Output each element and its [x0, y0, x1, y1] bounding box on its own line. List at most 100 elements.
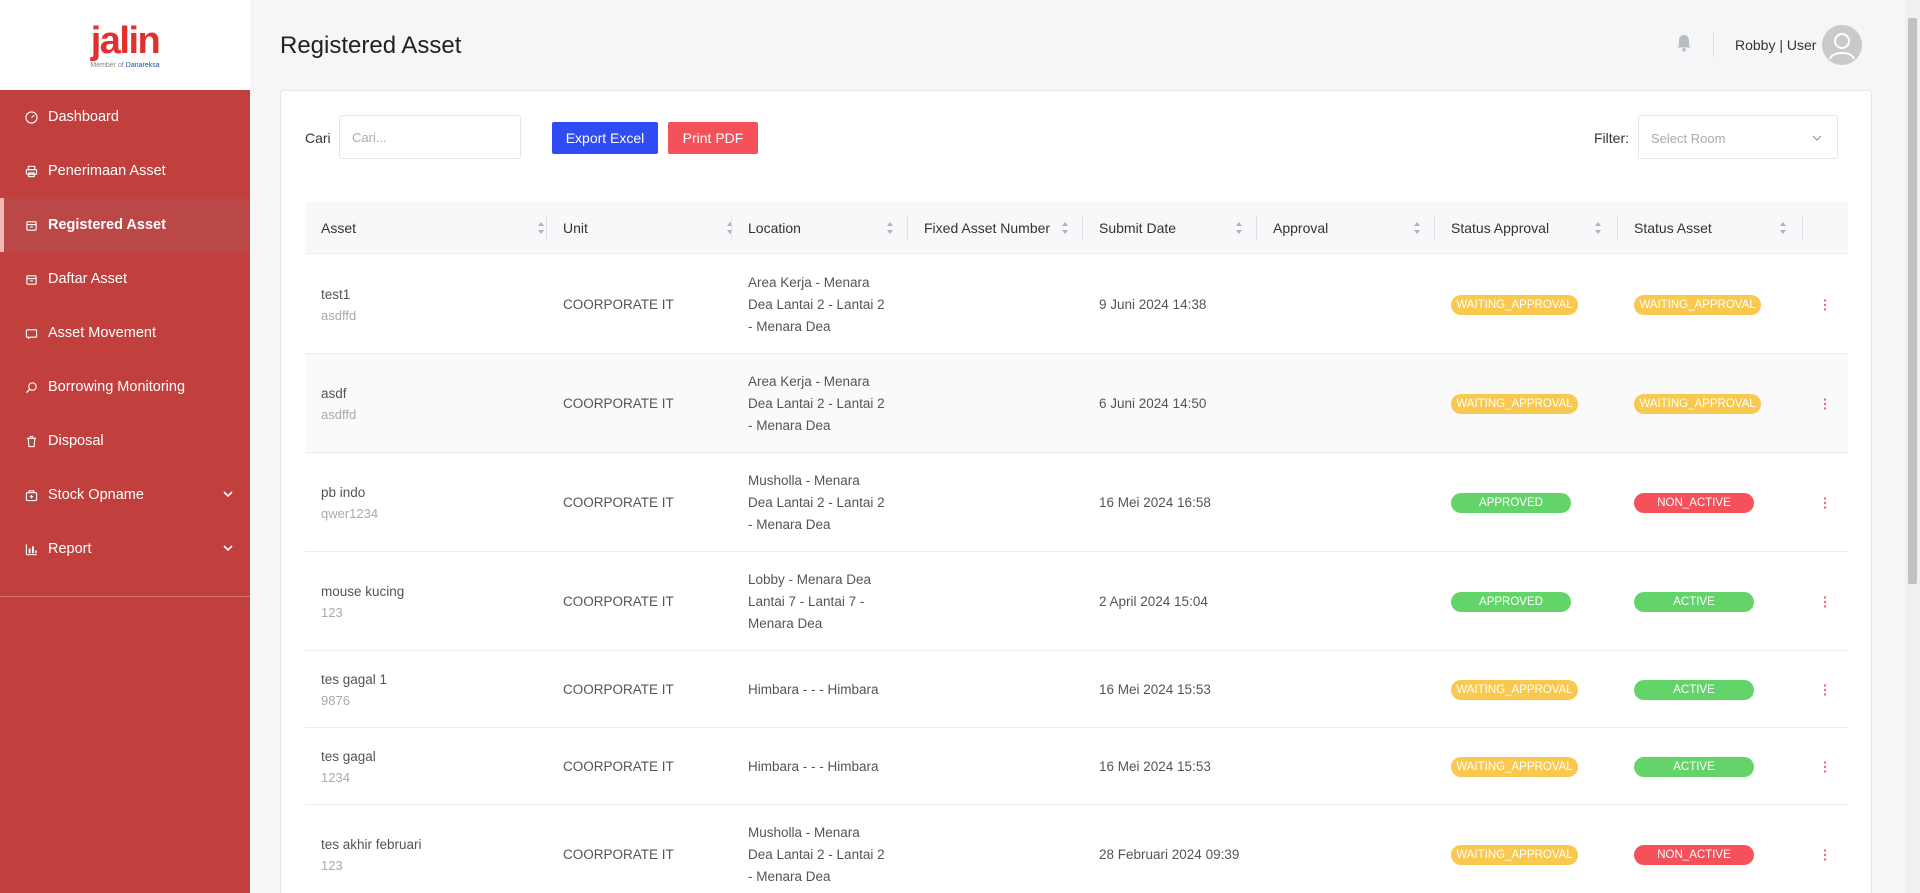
submit-date-cell: 28 Februari 2024 09:39	[1099, 847, 1240, 862]
bell-icon[interactable]	[1675, 33, 1693, 53]
status-badge: WAITING_APPROVAL	[1451, 844, 1578, 865]
submit-date-cell: 16 Mei 2024 15:53	[1099, 759, 1211, 774]
location-cell: Area Kerja - Menara Dea Lantai 2 - Lantai…	[748, 255, 908, 354]
status-approval-cell: WAITING_APPROVAL	[1451, 354, 1578, 453]
column-header-fixed-asset-number[interactable]: Fixed Asset Number	[924, 202, 1084, 254]
sidebar-item-label: Stock Opname	[48, 487, 144, 503]
sidebar-item-label: Asset Movement	[48, 325, 156, 341]
status-badge: WAITING_APPROVAL	[1451, 393, 1578, 414]
column-header-location[interactable]: Location	[748, 202, 913, 254]
column-header-unit[interactable]: Unit	[563, 202, 743, 254]
sort-icon[interactable]	[537, 221, 545, 235]
column-header-asset[interactable]: Asset	[321, 202, 553, 254]
sort-icon[interactable]	[1594, 221, 1602, 235]
status-badge: WAITING_APPROVAL	[1451, 756, 1578, 777]
table-row[interactable]: tes akhir februari 123 COORPORATE IT Mushol…	[305, 805, 1848, 893]
submit-date-cell: 16 Mei 2024 16:58	[1099, 495, 1211, 510]
asset-name: tes gagal	[321, 748, 376, 764]
sort-icon[interactable]	[1413, 221, 1421, 235]
table-row[interactable]: mouse kucing 123 COORPORATE IT Lobby - Mena…	[305, 552, 1848, 651]
asset-code: 1234	[321, 769, 350, 785]
more-options-icon[interactable]	[1823, 848, 1827, 862]
table-row[interactable]: pb indo qwer1234 COORPORATE IT Musholla - M…	[305, 453, 1848, 552]
export-excel-button[interactable]: Export Excel	[552, 122, 658, 154]
column-header-status-asset[interactable]: Status Asset	[1634, 202, 1794, 254]
sort-icon[interactable]	[1779, 221, 1787, 235]
more-options-icon[interactable]	[1823, 683, 1827, 697]
sidebar: jalin Member of Danareksa Dashboard Pene…	[0, 0, 250, 893]
asset-code: 123	[321, 857, 343, 873]
avatar[interactable]	[1822, 25, 1862, 65]
stock-icon	[24, 488, 38, 502]
sidebar-item-penerimaan-asset[interactable]: Penerimaan Asset	[0, 144, 250, 198]
table-row[interactable]: tes gagal 1 9876 COORPORATE IT Himbara - - …	[305, 651, 1848, 728]
chevron-down-icon[interactable]	[222, 542, 234, 554]
status-badge: NON_ACTIVE	[1634, 844, 1754, 865]
column-divider	[1256, 216, 1257, 240]
table-row[interactable]: tes gagal 1234 COORPORATE IT Himbara - - - …	[305, 728, 1848, 805]
sidebar-divider	[0, 596, 250, 597]
sort-icon[interactable]	[1061, 221, 1069, 235]
sort-icon[interactable]	[886, 221, 894, 235]
more-options-icon[interactable]	[1823, 397, 1827, 411]
room-select-placeholder: Select Room	[1651, 131, 1726, 146]
column-header-submit-date[interactable]: Submit Date	[1099, 202, 1249, 254]
status-badge: WAITING_APPROVAL	[1634, 294, 1761, 315]
sidebar-nav: Dashboard Penerimaan Asset Registered As…	[0, 90, 250, 576]
sidebar-item-dashboard[interactable]: Dashboard	[0, 90, 250, 144]
asset-code: asdffd	[321, 406, 357, 422]
status-badge: ACTIVE	[1634, 679, 1754, 700]
user-name[interactable]: Robby | User	[1735, 37, 1816, 53]
scrollbar-thumb[interactable]	[1908, 18, 1917, 584]
column-header-approval[interactable]: Approval	[1273, 202, 1433, 254]
room-select[interactable]: Select Room	[1638, 115, 1838, 159]
column-divider	[907, 216, 908, 240]
sidebar-item-borrowing-monitoring[interactable]: Borrowing Monitoring	[0, 360, 250, 414]
status-badge: WAITING_APPROVAL	[1451, 679, 1578, 700]
filter-label: Filter:	[1594, 130, 1629, 146]
asset-cell: tes gagal 1 9876	[321, 651, 541, 728]
table-row[interactable]: test1 asdffd COORPORATE IT Area Kerja - Men…	[305, 255, 1848, 354]
more-options-icon[interactable]	[1823, 595, 1827, 609]
chevron-down-icon[interactable]	[222, 488, 234, 500]
status-badge: WAITING_APPROVAL	[1451, 294, 1578, 315]
logo-text: jalin	[90, 19, 161, 62]
location-cell: Musholla - Menara Dea Lantai 2 - Lantai 2…	[748, 453, 908, 552]
more-options-icon[interactable]	[1823, 496, 1827, 510]
search-input[interactable]	[339, 115, 521, 159]
sidebar-item-report[interactable]: Report	[0, 522, 250, 576]
sidebar-item-stock-opname[interactable]: Stock Opname	[0, 468, 250, 522]
submit-date-cell: 16 Mei 2024 15:53	[1099, 682, 1211, 697]
status-asset-cell: ACTIVE	[1634, 651, 1754, 728]
more-options-icon[interactable]	[1823, 760, 1827, 774]
status-badge: ACTIVE	[1634, 756, 1754, 777]
column-divider	[1802, 216, 1803, 240]
sort-icon[interactable]	[726, 221, 734, 235]
sidebar-item-disposal[interactable]: Disposal	[0, 414, 250, 468]
more-options-icon[interactable]	[1823, 298, 1827, 312]
location-cell: Lobby - Menara Dea Lantai 7 - Lantai 7 - M…	[748, 552, 908, 651]
sidebar-item-daftar-asset[interactable]: Daftar Asset	[0, 252, 250, 306]
print-pdf-button[interactable]: Print PDF	[668, 122, 758, 154]
unit-cell: COORPORATE IT	[563, 759, 674, 774]
table-row[interactable]: asdf asdffd COORPORATE IT Area Kerja - Mena…	[305, 354, 1848, 453]
status-asset-cell: NON_ACTIVE	[1634, 805, 1754, 893]
location-cell: Area Kerja - Menara Dea Lantai 2 - Lantai…	[748, 354, 908, 453]
sidebar-item-registered-asset[interactable]: Registered Asset	[0, 198, 250, 252]
dashboard-icon	[24, 110, 38, 124]
asset-code: qwer1234	[321, 505, 379, 521]
sidebar-item-label: Borrowing Monitoring	[48, 379, 186, 395]
status-asset-cell: WAITING_APPROVAL	[1634, 255, 1761, 354]
chart-icon	[24, 542, 38, 556]
asset-name: tes gagal 1	[321, 671, 388, 687]
printer-icon	[24, 164, 38, 178]
logo[interactable]: jalin Member of Danareksa	[0, 0, 250, 90]
column-header-status-approval[interactable]: Status Approval	[1451, 202, 1611, 254]
sort-icon[interactable]	[1235, 221, 1243, 235]
asset-cell: tes akhir februari 123	[321, 805, 541, 893]
asset-name: pb indo	[321, 484, 366, 500]
box-icon	[24, 218, 38, 232]
location-line: Dea Lantai 2 - Lantai 2	[748, 846, 885, 862]
box-icon	[24, 272, 38, 286]
sidebar-item-asset-movement[interactable]: Asset Movement	[0, 306, 250, 360]
